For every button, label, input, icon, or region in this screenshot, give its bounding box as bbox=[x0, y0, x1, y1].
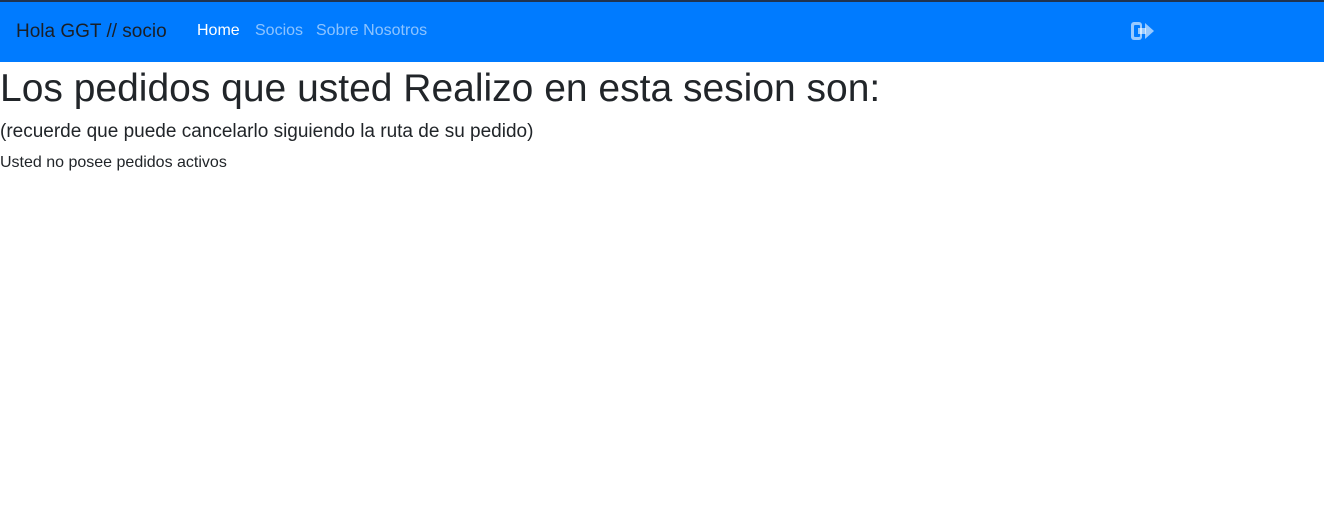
nav-link-sobre-nosotros[interactable]: Sobre Nosotros bbox=[316, 20, 427, 42]
nav-link-home[interactable]: Home bbox=[197, 20, 240, 42]
navbar: Hola GGT // socio Home Socios Sobre Noso… bbox=[0, 0, 1324, 62]
navbar-brand[interactable]: Hola GGT // socio bbox=[16, 20, 167, 44]
page-title: Los pedidos que usted Realizo en esta se… bbox=[0, 67, 881, 110]
sign-out-icon[interactable] bbox=[1131, 20, 1157, 42]
page-subtitle: (recuerde que puede cancelarlo siguiendo… bbox=[0, 121, 534, 142]
empty-orders-message: Usted no posee pedidos activos bbox=[0, 154, 227, 171]
nav-link-socios[interactable]: Socios bbox=[255, 20, 303, 42]
